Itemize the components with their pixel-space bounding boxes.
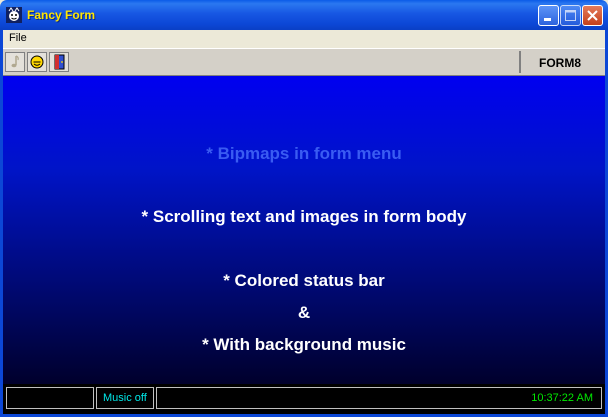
menu-file[interactable]: File <box>9 32 27 44</box>
maximize-icon <box>565 10 576 21</box>
clock-text: 10:37:22 AM <box>531 392 593 404</box>
close-button[interactable] <box>582 5 603 26</box>
scroll-text-line: * Scrolling text and images in form body <box>141 207 467 226</box>
status-bar: Music off 10:37:22 AM <box>3 384 605 414</box>
music-button[interactable] <box>5 52 25 72</box>
app-icon[interactable] <box>6 7 22 23</box>
music-note-icon <box>11 55 19 68</box>
minimize-button[interactable] <box>538 5 559 26</box>
scroll-text-line: * Bipmaps in form menu <box>206 144 402 163</box>
status-time-panel: 10:37:22 AM <box>156 387 602 409</box>
toolbar: FORM8 <box>3 48 605 76</box>
minimize-icon <box>544 18 551 21</box>
music-status-text: Music off <box>103 392 147 404</box>
close-icon <box>587 10 598 21</box>
title-bar[interactable]: Fancy Form <box>0 0 608 30</box>
form-body: * Bipmaps in form menu * Scrolling text … <box>3 76 605 384</box>
maximize-button[interactable] <box>560 5 581 26</box>
status-music-panel[interactable]: Music off <box>96 387 154 409</box>
exit-button[interactable] <box>49 52 69 72</box>
form-name-label: FORM8 <box>539 56 581 70</box>
window-title: Fancy Form <box>27 8 96 22</box>
form-name-panel: FORM8 <box>519 51 603 73</box>
exit-door-icon <box>54 54 65 70</box>
app-window: Fancy Form File FORM8 * Bipmaps in form … <box>0 0 608 417</box>
smiley-icon <box>30 55 44 69</box>
scroll-text-line: * Colored status bar <box>223 271 385 290</box>
scroll-text-line: & <box>297 303 311 322</box>
smiley-button[interactable] <box>27 52 47 72</box>
status-panel-blank <box>6 387 94 409</box>
menu-bar: File <box>3 30 605 48</box>
scroll-text-line: * With background music <box>202 335 406 354</box>
